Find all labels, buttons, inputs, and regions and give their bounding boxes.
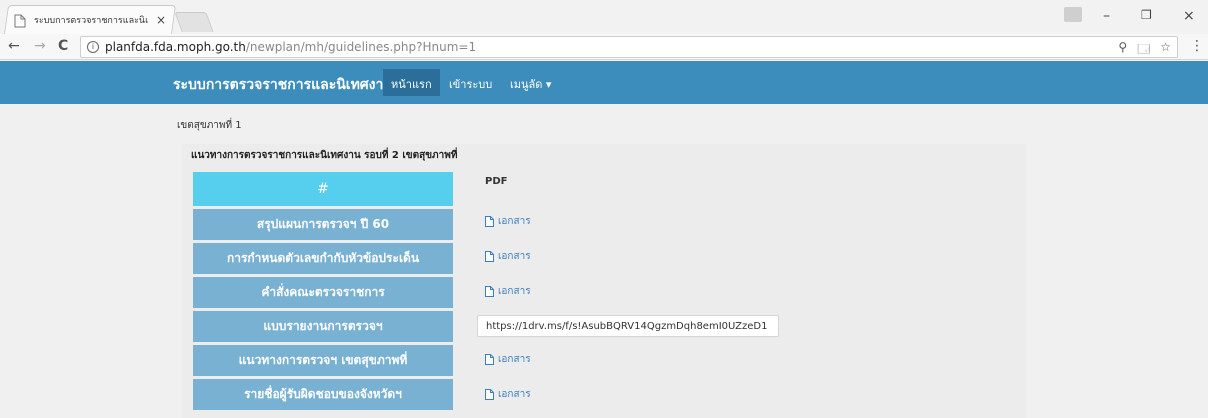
nav-home[interactable]: หน้าแรก bbox=[383, 69, 440, 96]
nav-shortcut-menu[interactable]: เมนูลัด ▾ bbox=[502, 69, 559, 96]
new-tab-button[interactable] bbox=[174, 12, 214, 32]
document-link[interactable]: เอกสาร bbox=[485, 284, 531, 299]
url-path: /newplan/mh/guidelines.php?Hnum=1 bbox=[245, 40, 477, 54]
forward-icon[interactable]: → bbox=[34, 38, 46, 54]
pdf-file-icon bbox=[485, 354, 494, 365]
menu-item-inspection-guideline[interactable]: แนวทางการตรวจฯ เขตสุขภาพที่ bbox=[193, 345, 453, 376]
minimize-icon[interactable]: – bbox=[1103, 8, 1110, 24]
site-navbar: ระบบการตรวจราชการและนิเทศงาน หน้าแรก เข้… bbox=[0, 61, 1208, 104]
info-icon[interactable]: i bbox=[87, 41, 99, 53]
region-label: เขตสุขภาพที่ 1 bbox=[177, 120, 242, 131]
pdf-file-icon bbox=[485, 216, 494, 227]
page-icon bbox=[14, 13, 26, 28]
browser-tab-content[interactable]: ระบบการตรวจราชการและนิเ × bbox=[14, 10, 174, 30]
document-link-label: เอกสาร bbox=[498, 389, 531, 400]
nav-login[interactable]: เข้าระบบ bbox=[441, 69, 500, 96]
document-link[interactable]: เอกสาร bbox=[485, 387, 531, 402]
pdf-file-icon bbox=[485, 251, 494, 262]
report-url-box[interactable]: https://1drv.ms/f/s!AsubBQRV14QgzmDqh8em… bbox=[477, 315, 779, 337]
tab-title: ระบบการตรวจราชการและนิเ bbox=[34, 16, 149, 26]
menu-item-report-form[interactable]: แบบรายงานการตรวจฯ bbox=[193, 311, 453, 342]
document-link[interactable]: เอกสาร bbox=[485, 352, 531, 367]
profile-icon[interactable] bbox=[1064, 7, 1082, 22]
bookmark-star-icon[interactable]: ☆ bbox=[1160, 40, 1171, 61]
menu-item-inspection-order[interactable]: คำสั่งคณะตรวจราชการ bbox=[193, 277, 453, 308]
document-link-label: เอกสาร bbox=[498, 251, 531, 262]
page-heading: แนวทางการตรวจราชการและนิเทศงาน รอบที่ 2 … bbox=[191, 150, 458, 161]
menu-item-issue-numbering[interactable]: การกำหนดตัวเลขกำกับหัวข้อประเด็น bbox=[193, 243, 453, 274]
menu-item-inspection-plan[interactable]: สรุปแผนการตรวจฯ ปี 60 bbox=[193, 209, 453, 240]
menu-header: # bbox=[193, 172, 453, 206]
close-window-icon[interactable]: × bbox=[1183, 8, 1195, 24]
browser-toolbar: ← → C i planfda.fda.moph.go.th /newplan/… bbox=[0, 34, 1208, 60]
document-link[interactable]: เอกสาร bbox=[485, 249, 531, 264]
document-link-label: เอกสาร bbox=[498, 216, 531, 227]
document-link-label: เอกสาร bbox=[498, 354, 531, 365]
guideline-menu: # สรุปแผนการตรวจฯ ปี 60 การกำหนดตัวเลขกำ… bbox=[193, 172, 453, 410]
restore-icon[interactable]: ❐ bbox=[1141, 8, 1152, 22]
address-bar[interactable]: i planfda.fda.moph.go.th /newplan/mh/gui… bbox=[80, 36, 1178, 58]
pdf-file-icon bbox=[485, 389, 494, 400]
pdf-column-header: PDF bbox=[485, 176, 508, 187]
page-content: เขตสุขภาพที่ 1 แนวทางการตรวจราชการและนิเ… bbox=[0, 104, 1208, 418]
url-host: planfda.fda.moph.go.th bbox=[105, 40, 246, 54]
menu-item-province-contacts[interactable]: รายชื่อผู้รับผิดชอบของจังหวัดฯ bbox=[193, 379, 453, 410]
document-link[interactable]: เอกสาร bbox=[485, 214, 531, 229]
back-icon[interactable]: ← bbox=[8, 38, 20, 54]
translate-icon[interactable]: 🗔 bbox=[1137, 40, 1150, 61]
pdf-file-icon bbox=[485, 286, 494, 297]
zoom-icon[interactable]: ⚲ bbox=[1118, 40, 1127, 61]
reload-icon[interactable]: C bbox=[58, 38, 68, 54]
site-brand[interactable]: ระบบการตรวจราชการและนิเทศงาน bbox=[173, 74, 393, 96]
browser-menu-icon[interactable]: ⋮ bbox=[1190, 38, 1204, 54]
tab-close-icon[interactable]: × bbox=[156, 13, 166, 27]
browser-tab-strip: ระบบการตรวจราชการและนิเ × – ❐ × bbox=[0, 0, 1208, 34]
document-link-label: เอกสาร bbox=[498, 286, 531, 297]
